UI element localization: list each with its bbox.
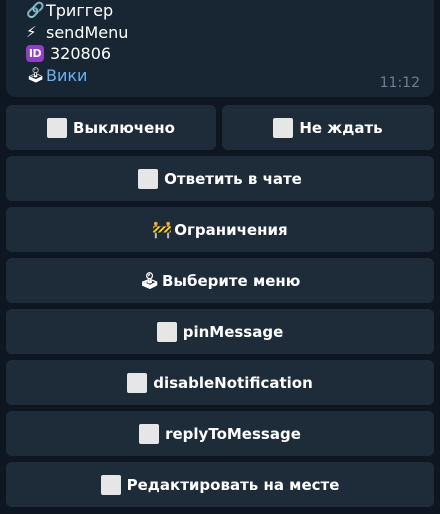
link-icon: 🔗 [26, 1, 45, 19]
no-wait-button[interactable]: Не ждать [222, 105, 434, 150]
joystick-icon: 🕹 [139, 271, 160, 290]
message-line-method: ⚡ sendMenu [26, 22, 434, 44]
message-time: 11:12 [379, 75, 420, 91]
checkbox-unchecked-icon [138, 168, 159, 189]
button-label: Выберите меню [161, 271, 301, 290]
button-label: Ответить в чате [164, 169, 302, 188]
checkbox-unchecked-icon [100, 474, 121, 495]
edit-in-place-button[interactable]: Редактировать на месте [6, 462, 434, 507]
checkbox-unchecked-icon [156, 321, 177, 342]
pin-message-button[interactable]: pinMessage [6, 309, 434, 354]
construction-icon: 🚧 [152, 220, 173, 239]
button-label: pinMessage [182, 322, 284, 341]
checkbox-unchecked-icon [139, 423, 160, 444]
checkbox-unchecked-icon [127, 372, 148, 393]
message-line-id: ID 320806 [26, 43, 434, 65]
id-icon: ID [26, 45, 44, 63]
button-label: Не ждать [299, 118, 383, 137]
button-label: Выключено [73, 118, 175, 137]
id-value: 320806 [50, 44, 112, 63]
message-bubble: 🔗 Триггер ⚡ sendMenu ID 320806 🕹 Вики 11… [6, 0, 434, 97]
reply-in-chat-button[interactable]: Ответить в чате [6, 156, 434, 201]
button-label: disableNotification [153, 373, 313, 392]
checkbox-unchecked-icon [47, 117, 68, 138]
message-line-wiki: 🕹 Вики [26, 65, 434, 87]
joystick-icon: 🕹 [26, 65, 46, 84]
disable-notification-button[interactable]: disableNotification [6, 360, 434, 405]
lightning-icon: ⚡ [26, 22, 37, 41]
chat-view: 🔗 Триггер ⚡ sendMenu ID 320806 🕹 Вики 11… [0, 0, 440, 514]
button-label: Редактировать на месте [126, 475, 340, 494]
checkbox-unchecked-icon [273, 117, 294, 138]
toggle-disabled-button[interactable]: Выключено [6, 105, 216, 150]
button-label: Ограничения [174, 220, 288, 239]
button-label: replyToMessage [165, 424, 301, 443]
trigger-label: Триггер [46, 1, 114, 20]
method-label: sendMenu [46, 22, 129, 42]
message-line-trigger: 🔗 Триггер [26, 0, 434, 22]
choose-menu-button[interactable]: 🕹 Выберите меню [6, 258, 434, 303]
reply-to-message-button[interactable]: replyToMessage [6, 411, 434, 456]
restrictions-button[interactable]: 🚧 Ограничения [6, 207, 434, 252]
wiki-link[interactable]: Вики [46, 65, 87, 87]
